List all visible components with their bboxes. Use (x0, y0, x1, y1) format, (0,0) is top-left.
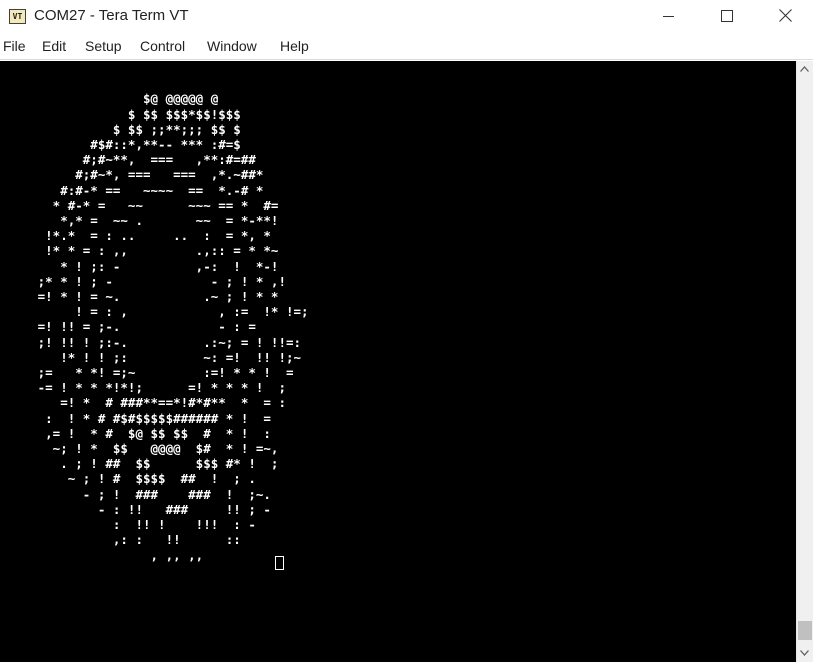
terminal-line: #;#~**, === ,**:#=## (0, 152, 256, 168)
scroll-thumb[interactable] (798, 621, 812, 640)
terminal-cursor (275, 556, 284, 570)
scroll-up-button[interactable] (797, 61, 813, 78)
terminal-line: ! = : , , := !* !=; (0, 304, 309, 320)
terminal-line: #;#~*, === === ,*.~##* (0, 167, 264, 183)
scroll-up-arrow-icon (800, 66, 809, 72)
terminal-line: - : !! ### !! ; - (0, 501, 271, 517)
title-bar[interactable]: VT COM27 - Tera Term VT (0, 0, 813, 33)
menu-edit[interactable]: Edit (42, 38, 66, 54)
scroll-down-arrow-icon (800, 650, 809, 656)
terminal-line: !* * = : ,, .,:: = * *~ (0, 243, 279, 259)
terminal-line: $ $$ $$$*$$!$$$ (0, 106, 241, 122)
menu-separator (0, 59, 813, 60)
maximize-button[interactable] (698, 0, 756, 32)
terminal-line: ,: : !! :: (0, 532, 241, 548)
teraterm-window: VT COM27 - Tera Term VT File Edit Setup … (0, 0, 813, 662)
terminal-line: $@ @@@@@ @ (0, 91, 219, 107)
menu-file[interactable]: File (3, 38, 26, 54)
terminal-line: #:#-* == ~~~~ == *.-# * (0, 182, 264, 198)
window-title: COM27 - Tera Term VT (34, 7, 189, 24)
terminal-line: =! * # ###**==*!#*#** * = : (0, 395, 286, 411)
menu-help[interactable]: Help (280, 38, 309, 54)
terminal-line: - ; ! ### ### ! ;~. (0, 486, 271, 502)
terminal-screen[interactable]: $@ @@@@@ @ $ $$ $$$*$$!$$$ $ $$ ;;**;;; … (0, 61, 796, 662)
terminal-line: ;! !! ! ;:-. .:~; = ! !!=: (0, 334, 302, 350)
terminal-line: -= ! * * *!*!; =! * * * ! ; (0, 380, 286, 396)
maximize-icon (721, 10, 733, 22)
terminal-output: $@ @@@@@ @ $ $$ $$$*$$!$$$ $ $$ ;;**;;; … (0, 61, 309, 563)
menu-setup[interactable]: Setup (85, 38, 122, 54)
terminal-line: ;= * *! =;~ :=! * * ! = (0, 365, 294, 381)
close-button[interactable] (756, 0, 813, 32)
terminal-line: #$#::*,**-- *** :#=$ (0, 137, 241, 153)
terminal-line: *,* = ~~ . ~~ = *-**! (0, 213, 279, 229)
scroll-down-button[interactable] (797, 645, 813, 662)
teraterm-app-icon[interactable]: VT (9, 9, 26, 24)
terminal-line: . ; ! ## $$ $$$ #* ! ; (0, 456, 279, 472)
menu-control[interactable]: Control (140, 38, 185, 54)
terminal-line: * ! ;: - ,-: ! *-! (0, 258, 279, 274)
terminal-line: ~ ; ! # $$$$ ## ! ; . (0, 471, 256, 487)
close-icon (779, 9, 792, 22)
terminal-line: =! !! = ;-. - : = (0, 319, 256, 335)
menu-window[interactable]: Window (207, 38, 257, 54)
terminal-line: !*.* = : .. .. : = *, * (0, 228, 271, 244)
terminal-line: ~; ! * $$ @@@@ $# * ! =~, (0, 441, 279, 457)
minimize-icon (663, 16, 674, 17)
terminal-line: ,= ! * # $@ $$ $$ # * ! : (0, 425, 271, 441)
terminal-line: ;* * ! ; - - ; ! * ,! (0, 273, 286, 289)
terminal-line: , ,, ,, (0, 547, 204, 563)
terminal-line: * #-* = ~~ ~~~ == * #= (0, 197, 279, 213)
terminal-line: !* ! ! ;: ~: =! !! !;~ (0, 349, 302, 365)
vertical-scrollbar[interactable] (796, 61, 813, 662)
terminal-line: =! * ! = ~. .~ ; ! * * (0, 289, 279, 305)
terminal-line: : !! ! !!! : - (0, 517, 256, 533)
minimize-button[interactable] (639, 0, 697, 32)
terminal-line: : ! * # #$#$$$$$###### * ! = (0, 410, 271, 426)
menu-bar: File Edit Setup Control Window Help (0, 33, 813, 60)
terminal-line: $ $$ ;;**;;; $$ $ (0, 121, 241, 137)
